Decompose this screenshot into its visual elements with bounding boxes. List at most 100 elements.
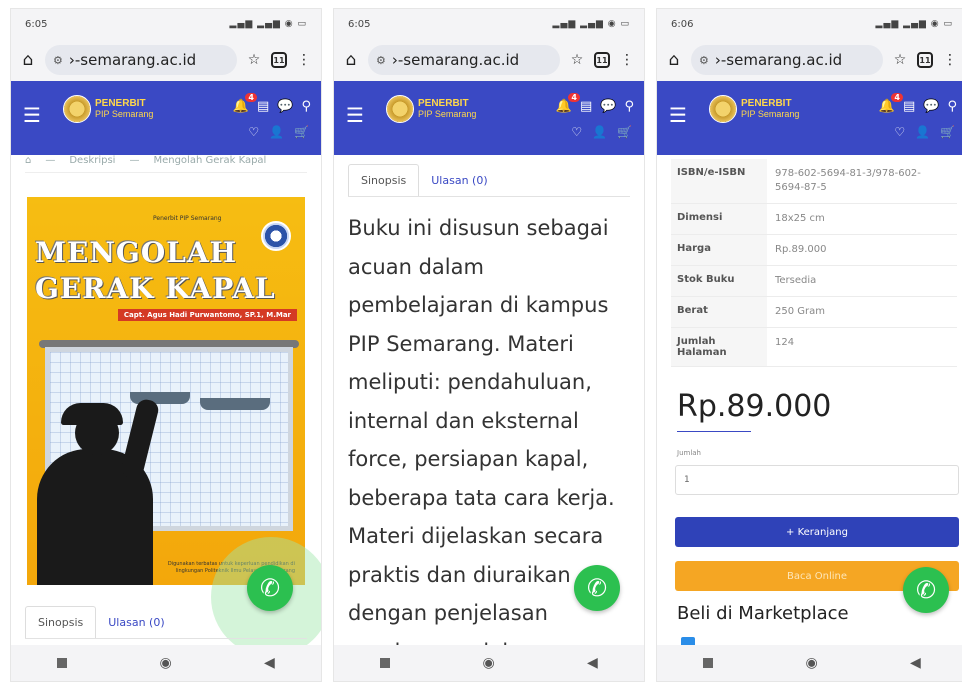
bookmark-star-icon[interactable]: ☆ [568,52,586,68]
hamburger-menu-icon[interactable]: ☰ [23,103,41,127]
cover-publisher: Penerbit PIP Semarang [153,215,222,222]
quantity-input[interactable]: 1 [675,465,959,495]
hamburger-menu-icon[interactable]: ☰ [669,103,687,127]
chat-icon[interactable]: 💬 [923,99,939,114]
site-logo[interactable]: PENERBIT PIP Semarang [709,95,799,123]
breadcrumb: ⌂ — Deskripsi — Mengolah Gerak Kapal [25,155,307,173]
site-settings-icon[interactable]: ⚙ [376,54,386,67]
home-icon[interactable]: ⌂ [19,50,37,70]
officer-silhouette [37,385,161,585]
signal-battery-icon: ▂▄▆ ▂▄▆ ◉ ▭ [552,19,630,29]
home-circle-icon[interactable]: ◉ [805,655,817,671]
spec-key: Harga [671,235,767,265]
more-menu-icon[interactable]: ⋮ [941,52,959,68]
cover-title-line2: GERAK KAPAL [35,272,276,305]
site-settings-icon[interactable]: ⚙ [699,54,709,67]
bookmark-star-icon[interactable]: ☆ [891,52,909,68]
chat-icon[interactable]: 💬 [600,99,616,114]
whatsapp-button[interactable]: ✆ [903,567,949,613]
brand-line2: PIP Semarang [741,109,800,119]
recent-apps-icon[interactable] [57,658,68,668]
logo-seal-icon [63,95,91,123]
search-icon[interactable]: ⚲ [624,99,634,114]
price-underline [677,431,751,432]
home-circle-icon[interactable]: ◉ [159,655,171,671]
card-icon[interactable]: ▤ [257,99,269,114]
table-row: Jumlah Halaman 124 [671,328,957,367]
user-icon[interactable]: 👤 [269,125,284,139]
site-settings-icon[interactable]: ⚙ [53,54,63,67]
spec-value: Tersedia [775,275,817,286]
tab-reviews[interactable]: Ulasan (0) [419,164,499,196]
url-text: ›-semarang.ac.id [714,51,843,69]
chat-icon[interactable]: 💬 [277,99,293,114]
breadcrumb-current: Mengolah Gerak Kapal [153,155,267,166]
brand-line1: PENERBIT [95,98,146,109]
url-bar[interactable]: ⚙ ›-semarang.ac.id [368,45,560,75]
wishlist-heart-icon[interactable]: ♡ [894,125,905,139]
bookmark-star-icon[interactable]: ☆ [245,52,263,68]
tab-reviews[interactable]: Ulasan (0) [96,606,176,638]
notification-bell-icon[interactable]: 🔔 4 [879,93,903,114]
more-menu-icon[interactable]: ⋮ [295,52,313,68]
user-icon[interactable]: 👤 [915,125,930,139]
tab-synopsis[interactable]: Sinopsis [348,164,420,196]
spec-value: 250 Gram [775,306,825,317]
breadcrumb-item[interactable]: Deskripsi [69,155,115,172]
specs-table: ISBN/e-ISBN 978-602-5694-81-3/978-602-569… [671,159,957,367]
book-cover-image[interactable]: Penerbit PIP Semarang MENGOLAH GERAK KAP… [27,197,305,585]
signal-battery-icon: ▂▄▆ ▂▄▆ ◉ ▭ [875,19,953,29]
wishlist-heart-icon[interactable]: ♡ [248,125,259,139]
add-to-cart-button[interactable]: + Keranjang [675,517,959,547]
recent-apps-icon[interactable] [380,658,391,668]
whatsapp-button[interactable]: ✆ [574,565,620,611]
tabs-counter-button[interactable]: 11 [594,52,610,68]
cover-title: MENGOLAH GERAK KAPAL [35,235,276,307]
status-bar: 6:05 ▂▄▆ ▂▄▆ ◉ ▭ [11,9,321,39]
screenshot-collage: 6:05 ▂▄▆ ▂▄▆ ◉ ▭ ⌂ ⚙ ›-semarang.ac.id ☆ … [0,0,962,685]
spec-key: Dimensi [671,204,767,234]
table-row: Stok Buku Tersedia [671,266,957,297]
cart-icon[interactable]: 🛒 [294,125,309,139]
brand-line1: PENERBIT [741,98,792,109]
recent-apps-icon[interactable] [703,658,714,668]
quantity-label: Jumlah [677,449,701,457]
home-icon[interactable]: ⌂ [665,50,683,70]
site-logo[interactable]: PENERBIT PIP Semarang [386,95,476,123]
search-icon[interactable]: ⚲ [947,99,957,114]
spec-key: ISBN/e-ISBN [671,159,767,203]
card-icon[interactable]: ▤ [903,99,915,114]
back-icon[interactable]: ◀ [910,655,921,671]
phone-screen-details: 6:06 ▂▄▆ ▂▄▆ ◉ ▭ ⌂ ⚙ ›-semarang.ac.id ☆ … [656,8,962,682]
hamburger-menu-icon[interactable]: ☰ [346,103,364,127]
back-icon[interactable]: ◀ [264,655,275,671]
card-icon[interactable]: ▤ [580,99,592,114]
whatsapp-button[interactable]: ✆ [247,565,293,611]
home-circle-icon[interactable]: ◉ [482,655,494,671]
url-bar[interactable]: ⚙ ›-semarang.ac.id [691,45,883,75]
url-bar[interactable]: ⚙ ›-semarang.ac.id [45,45,237,75]
phone-screen-synopsis: 6:05 ▂▄▆ ▂▄▆ ◉ ▭ ⌂ ⚙ ›-semarang.ac.id ☆ … [333,8,645,682]
search-icon[interactable]: ⚲ [301,99,311,114]
brand-line1: PENERBIT [418,98,469,109]
tab-synopsis[interactable]: Sinopsis [25,606,97,638]
notification-bell-icon[interactable]: 🔔 4 [556,93,580,114]
breadcrumb-home[interactable]: ⌂ [25,155,31,172]
tabs-counter-button[interactable]: 11 [917,52,933,68]
browser-toolbar: ⌂ ⚙ ›-semarang.ac.id ☆ 11 ⋮ [657,39,962,81]
cart-icon[interactable]: 🛒 [617,125,632,139]
site-navbar: ☰ PENERBIT PIP Semarang 🔔 4 ▤ 💬 ⚲ ♡ 👤 🛒 [334,81,644,155]
cart-icon[interactable]: 🛒 [940,125,955,139]
notification-bell-icon[interactable]: 🔔 4 [233,93,257,114]
status-time: 6:05 [25,18,48,30]
tabs-counter-button[interactable]: 11 [271,52,287,68]
signal-battery-icon: ▂▄▆ ▂▄▆ ◉ ▭ [229,19,307,29]
back-icon[interactable]: ◀ [587,655,598,671]
site-navbar: ☰ PENERBIT PIP Semarang 🔔 4 ▤ 💬 ⚲ ♡ 👤 🛒 [657,81,962,155]
wishlist-heart-icon[interactable]: ♡ [571,125,582,139]
brand-line2: PIP Semarang [418,109,477,119]
more-menu-icon[interactable]: ⋮ [618,52,636,68]
home-icon[interactable]: ⌂ [342,50,360,70]
user-icon[interactable]: 👤 [592,125,607,139]
site-logo[interactable]: PENERBIT PIP Semarang [63,95,153,123]
